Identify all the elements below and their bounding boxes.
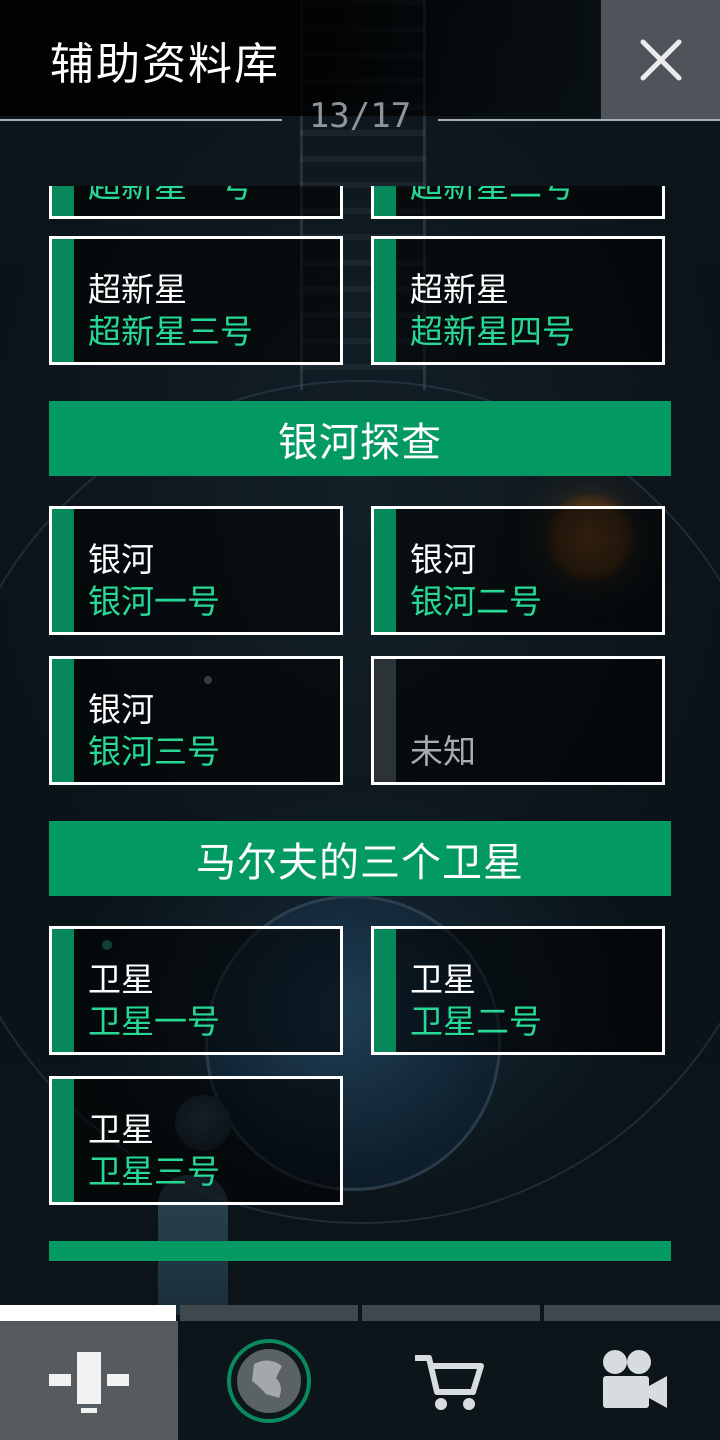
entry-name: 超新星一号 [88,186,253,207]
entry-category: 银河 [88,540,154,579]
entry-card-satellite-2[interactable]: 卫星 卫星二号 [371,926,665,1055]
entry-card-supernova-3[interactable]: 超新星 超新星三号 [49,236,343,365]
section-header-next: 神秘物质的来源 [49,1241,671,1261]
entry-name: 银河一号 [88,582,220,621]
tab-indicator [362,1305,540,1321]
entry-card-supernova-4[interactable]: 超新星 超新星四号 [371,236,665,365]
close-button[interactable] [601,0,720,119]
entry-category: 超新星 [410,270,509,309]
entry-name: 超新星二号 [410,186,575,207]
header: 辅助资料库 13/17 [0,0,720,136]
bottom-tab-bar [0,1305,720,1440]
tab-indicator [544,1305,720,1321]
entry-category: 银河 [88,690,154,729]
tab-shop[interactable] [362,1321,540,1440]
entry-name: 银河二号 [410,582,542,621]
tab-planet[interactable] [180,1321,358,1440]
entry-card-locked[interactable]: 未知 [371,656,665,785]
planet-icon [227,1338,311,1423]
entry-card[interactable]: 超新星二号 [371,186,665,219]
database-icon [49,1351,129,1413]
entry-name: 超新星三号 [88,312,253,351]
video-camera-icon [603,1349,667,1408]
close-icon [640,39,681,80]
tab-database[interactable] [0,1321,178,1440]
entry-card-satellite-3[interactable]: 卫星 卫星三号 [49,1076,343,1205]
header-divider-right [438,119,720,121]
entry-card-satellite-1[interactable]: 卫星 卫星一号 [49,926,343,1055]
entry-category: 卫星 [88,1110,154,1149]
entry-name: 卫星二号 [410,1002,542,1041]
entry-list[interactable]: 超新星一号 超新星二号 超新星 超新星三号 超新星 超新星四号 银河探查 银河 … [0,186,720,1261]
entry-name: 卫星三号 [88,1152,220,1191]
entry-card-galaxy-2[interactable]: 银河 银河二号 [371,506,665,635]
tab-indicator-active [0,1305,176,1321]
header-divider-left [0,119,282,121]
shopping-cart-icon [415,1354,484,1410]
entry-category: 银河 [410,540,476,579]
entry-name: 超新星四号 [410,312,575,351]
tab-indicator [180,1305,358,1321]
entry-card[interactable]: 超新星一号 [49,186,343,219]
page-counter: 13/17 [308,96,412,136]
entry-card-galaxy-1[interactable]: 银河 银河一号 [49,506,343,635]
entry-name: 银河三号 [88,732,220,771]
tab-videos[interactable] [544,1321,720,1440]
entry-card-galaxy-3[interactable]: 银河 银河三号 [49,656,343,785]
section-header-galaxy: 银河探查 [49,401,671,476]
entry-name-unknown: 未知 [410,732,476,771]
entry-name: 卫星一号 [88,1002,220,1041]
entry-category: 超新星 [88,270,187,309]
section-header-satellites: 马尔夫的三个卫星 [49,821,671,896]
entry-category: 卫星 [88,960,154,999]
page-title: 辅助资料库 [50,39,280,90]
entry-category: 卫星 [410,960,476,999]
